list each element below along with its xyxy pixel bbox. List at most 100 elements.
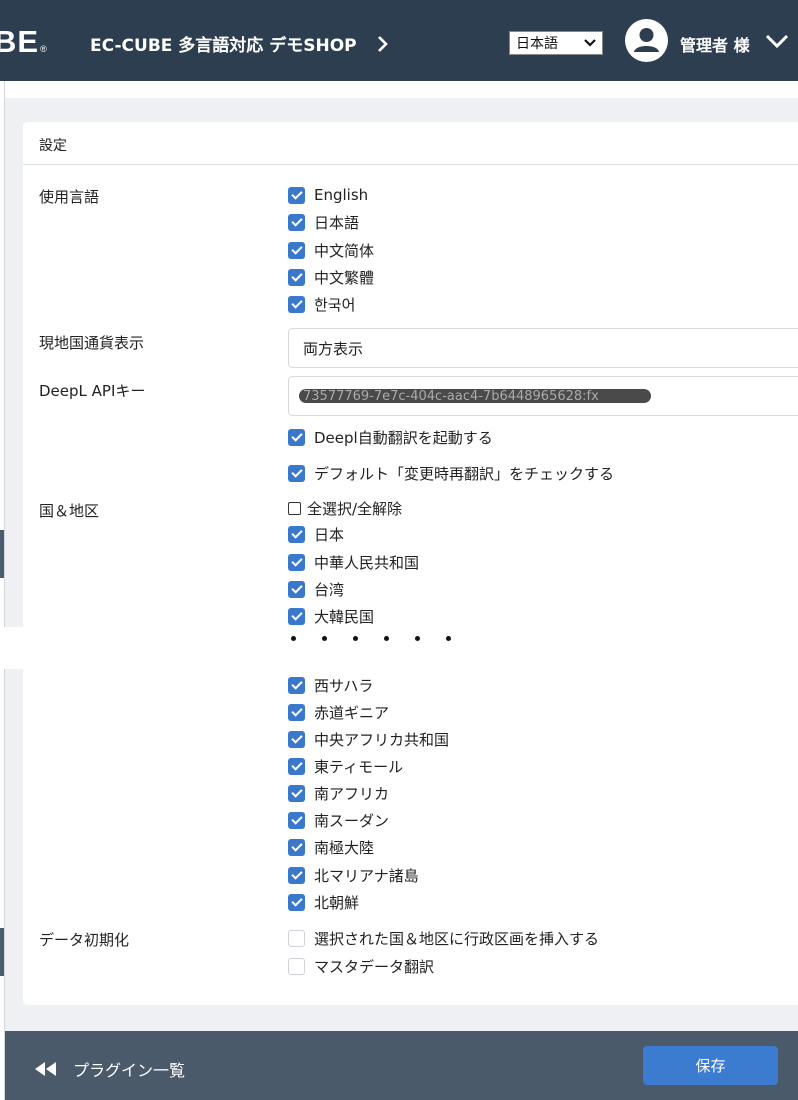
back-to-plugin-list-link[interactable]: プラグイン一覧 xyxy=(35,1057,185,1081)
checkbox[interactable] xyxy=(288,268,305,286)
regions-label: 国＆地区 xyxy=(39,502,100,520)
logo[interactable]: BE® xyxy=(0,24,48,60)
api-key-text: 73577769-7e7c-404c-aac4-7b6448965628:fx xyxy=(303,388,599,404)
option-label: 北朝鮮 xyxy=(314,893,360,912)
option-label: Deepl自動翻訳を起動する xyxy=(314,428,493,447)
region-option[interactable]: 大韓民国 xyxy=(288,605,374,627)
region-option[interactable]: 南極大陸 xyxy=(288,836,374,858)
region-option[interactable]: 北マリアナ諸島 xyxy=(288,864,419,886)
logo-mark: ® xyxy=(40,44,48,54)
user-menu-chevron-icon[interactable] xyxy=(765,33,789,53)
checkbox[interactable] xyxy=(288,553,305,571)
option-label: 한국어 xyxy=(314,295,356,314)
sidebar-edge xyxy=(0,81,5,1100)
checkbox[interactable] xyxy=(288,580,305,598)
checkbox[interactable] xyxy=(288,866,305,884)
language-option-english[interactable]: English xyxy=(288,184,368,206)
checkbox[interactable] xyxy=(288,957,305,975)
region-option[interactable]: 中央アフリカ共和国 xyxy=(288,728,449,750)
settings-card: 設定 使用言語 English 日本語 中文简体 中文繁體 한국어 現地国通貨表… xyxy=(23,122,798,1005)
sidebar-active-marker xyxy=(0,530,4,578)
sidebar-active-marker xyxy=(0,928,4,976)
language-option-korean[interactable]: 한국어 xyxy=(288,293,355,315)
option-label: English xyxy=(314,186,369,204)
currency-label: 現地国通貨表示 xyxy=(39,334,145,352)
checkbox[interactable] xyxy=(288,757,305,775)
user-name[interactable]: 管理者 様 xyxy=(680,32,750,56)
option-label: 全選択/全解除 xyxy=(307,499,403,518)
checkbox[interactable] xyxy=(288,893,305,911)
region-option[interactable]: 東ティモール xyxy=(288,755,403,777)
deepl-api-key-label: DeepL APIキー xyxy=(39,382,146,400)
checkbox[interactable] xyxy=(288,428,305,446)
option-label: 南スーダン xyxy=(314,811,390,830)
double-arrow-left-icon xyxy=(35,1062,57,1076)
checkbox[interactable] xyxy=(288,838,305,856)
back-link-label: プラグイン一覧 xyxy=(73,1061,186,1080)
region-option[interactable]: 北朝鮮 xyxy=(288,891,359,913)
data-init-insert-divisions[interactable]: 選択された国＆地区に行政区画を挿入する xyxy=(288,927,599,949)
language-select[interactable]: 日本語 xyxy=(509,31,603,55)
checkbox[interactable] xyxy=(288,676,305,694)
currency-select[interactable]: 両方表示 xyxy=(288,328,798,368)
regions-select-all[interactable]: 全選択/全解除 xyxy=(288,497,402,519)
footer-bar: プラグイン一覧 保存 xyxy=(5,1031,798,1100)
region-option[interactable]: 南スーダン xyxy=(288,809,389,831)
languages-label: 使用言語 xyxy=(39,188,100,206)
option-label: 南アフリカ xyxy=(314,784,390,803)
option-label: 選択された国＆地区に行政区画を挿入する xyxy=(314,929,600,948)
region-option[interactable]: 日本 xyxy=(288,523,344,545)
option-label: 赤道ギニア xyxy=(314,703,390,722)
checkbox[interactable] xyxy=(288,295,305,313)
ellipsis-dots xyxy=(291,636,451,641)
region-option[interactable]: 中華人民共和国 xyxy=(288,551,419,573)
chevron-down-icon xyxy=(584,35,596,51)
data-init-label: データ初期化 xyxy=(39,931,130,949)
checkbox[interactable] xyxy=(288,525,305,543)
save-button[interactable]: 保存 xyxy=(643,1046,778,1085)
language-option-japanese[interactable]: 日本語 xyxy=(288,211,359,233)
option-label: 大韓民国 xyxy=(314,607,375,626)
shop-link[interactable]: EC-CUBE 多言語対応 デモSHOP xyxy=(90,31,389,56)
option-label: 台湾 xyxy=(314,580,345,599)
user-avatar-icon[interactable] xyxy=(625,19,668,62)
option-label: 日本 xyxy=(314,525,345,544)
deepl-default-check-option[interactable]: デフォルト「変更時再翻訳」をチェックする xyxy=(288,462,614,484)
checkbox[interactable] xyxy=(288,186,305,204)
data-init-translate-master[interactable]: マスタデータ翻訳 xyxy=(288,955,434,977)
content-top-strip xyxy=(5,81,798,98)
option-label: 中文繁體 xyxy=(314,268,375,287)
region-option[interactable]: 南アフリカ xyxy=(288,782,389,804)
option-label: 南極大陸 xyxy=(314,838,375,857)
language-option-zh-hant[interactable]: 中文繁體 xyxy=(288,266,374,288)
option-label: デフォルト「変更時再翻訳」をチェックする xyxy=(314,464,615,483)
option-label: 中華人民共和国 xyxy=(314,553,420,572)
region-option[interactable]: 西サハラ xyxy=(288,674,373,696)
shop-name: EC-CUBE 多言語対応 デモSHOP xyxy=(90,36,357,56)
checkbox[interactable] xyxy=(288,929,305,947)
language-select-value: 日本語 xyxy=(516,36,558,52)
deepl-api-key-input[interactable]: 73577769-7e7c-404c-aac4-7b6448965628:fx xyxy=(288,376,798,416)
deepl-auto-translate-option[interactable]: Deepl自動翻訳を起動する xyxy=(288,426,493,448)
option-label: 中央アフリカ共和国 xyxy=(314,730,450,749)
option-label: マスタデータ翻訳 xyxy=(314,957,435,976)
checkbox[interactable] xyxy=(288,730,305,748)
card-title: 設定 xyxy=(23,122,798,165)
checkbox[interactable] xyxy=(288,703,305,721)
top-header: BE® EC-CUBE 多言語対応 デモSHOP 日本語 管理者 様 xyxy=(0,0,798,81)
language-option-zh-hans[interactable]: 中文简体 xyxy=(288,239,374,261)
api-key-value: 73577769-7e7c-404c-aac4-7b6448965628:fx xyxy=(299,388,651,404)
logo-text: BE xyxy=(0,24,40,59)
checkbox[interactable] xyxy=(288,501,301,515)
checkbox[interactable] xyxy=(288,241,305,259)
checkbox[interactable] xyxy=(288,811,305,829)
option-label: 北マリアナ諸島 xyxy=(314,866,419,885)
region-option[interactable]: 台湾 xyxy=(288,578,344,600)
option-label: 東ティモール xyxy=(314,757,404,776)
checkbox[interactable] xyxy=(288,213,305,231)
checkbox[interactable] xyxy=(288,784,305,802)
option-label: 西サハラ xyxy=(314,676,374,695)
checkbox[interactable] xyxy=(288,607,305,625)
region-option[interactable]: 赤道ギニア xyxy=(288,701,389,723)
checkbox[interactable] xyxy=(288,464,305,482)
